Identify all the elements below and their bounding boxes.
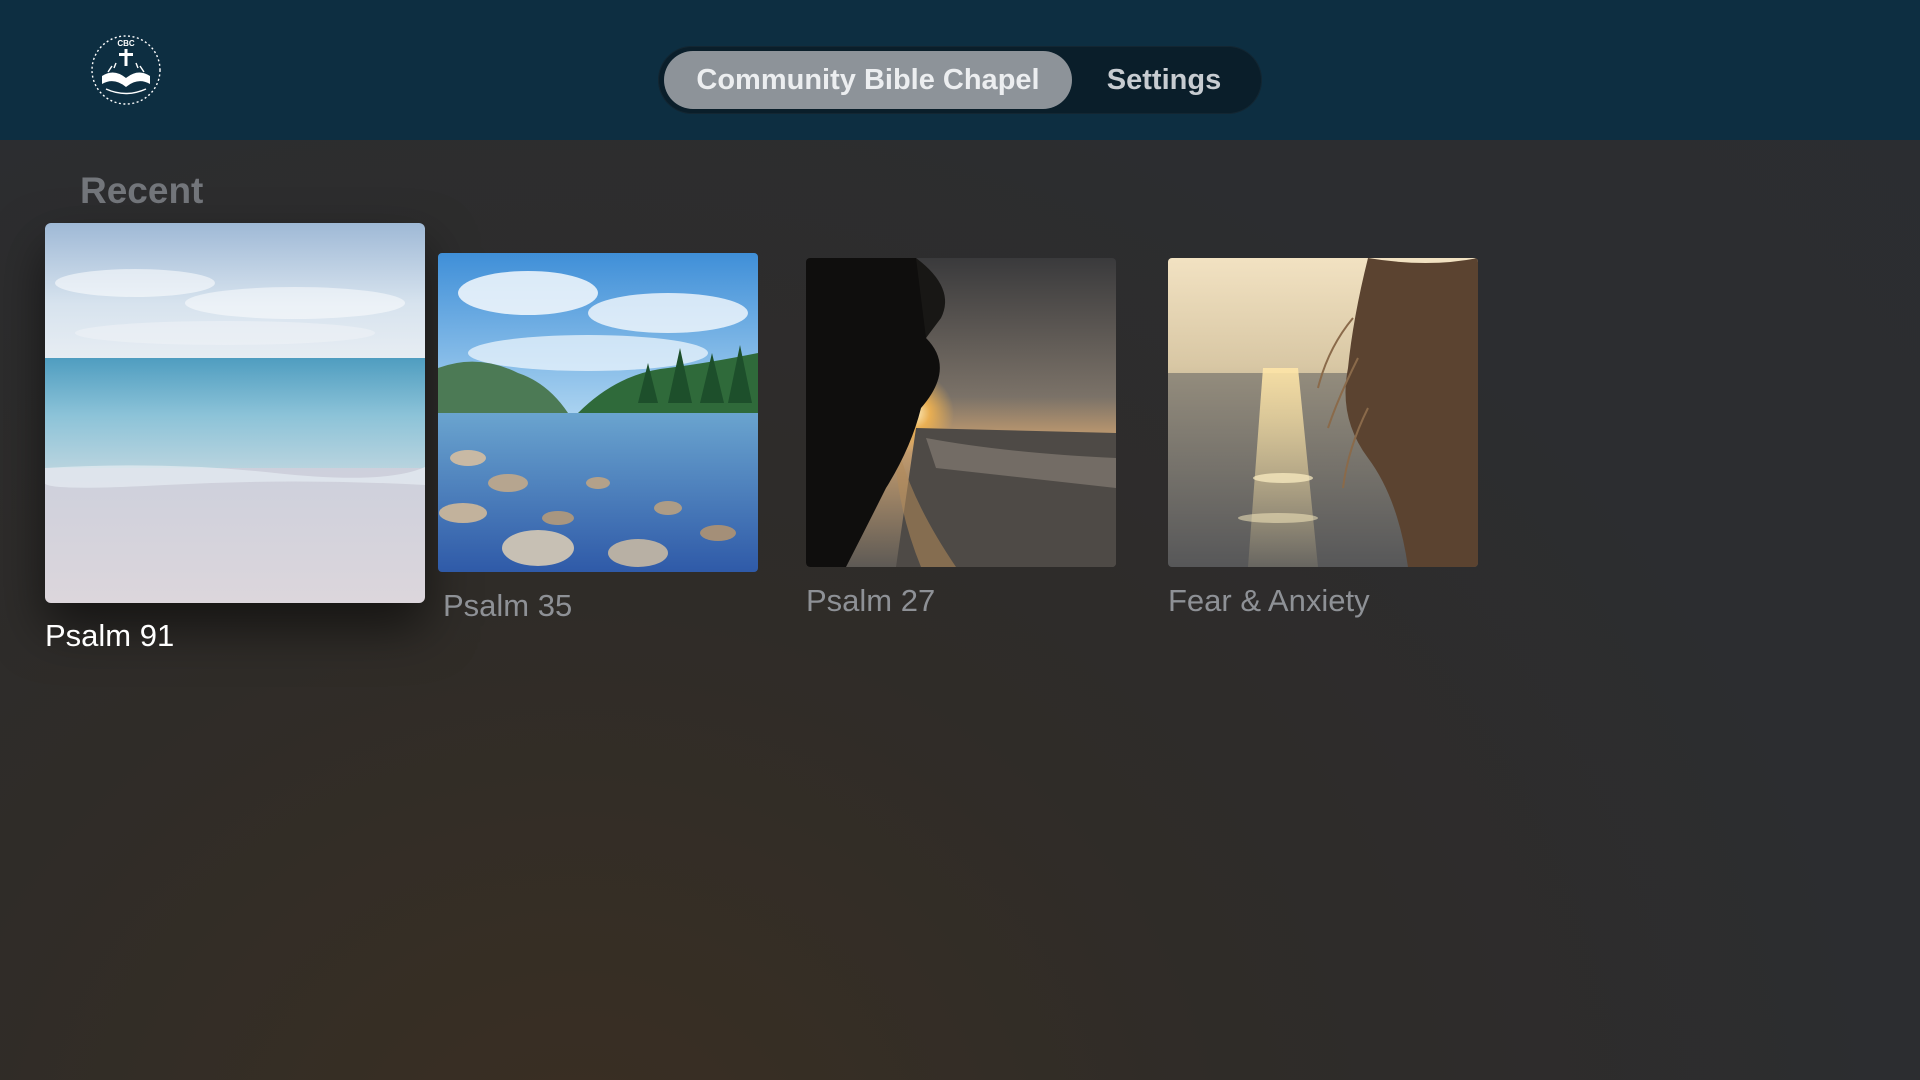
card-title: Psalm 35 — [443, 588, 573, 623]
card-psalm-91[interactable]: Psalm 91 — [45, 223, 425, 663]
tab-settings[interactable]: Settings — [1072, 51, 1256, 109]
card-image-mountain-lake — [438, 253, 758, 572]
card-psalm-27[interactable]: Psalm 27 — [806, 258, 1116, 628]
card-title: Psalm 27 — [806, 583, 936, 618]
tab-community-bible-chapel[interactable]: Community Bible Chapel — [664, 51, 1072, 109]
logo-text: CBC — [117, 39, 135, 48]
card-title: Fear & Anxiety — [1168, 583, 1370, 618]
card-image-calm-beach — [45, 223, 425, 603]
card-image-sunset-shore — [806, 258, 1116, 567]
top-bar: CBC Community Bible Chapel Settings — [0, 0, 1920, 140]
section-title-recent: Recent — [80, 170, 204, 211]
card-image-sunlit-water — [1168, 258, 1478, 567]
cbc-logo: CBC — [88, 32, 164, 108]
card-psalm-35[interactable]: Psalm 35 — [438, 253, 758, 633]
card-fear-anxiety[interactable]: Fear & Anxiety — [1168, 258, 1478, 628]
card-title: Psalm 91 — [45, 618, 175, 653]
tab-bar: Community Bible Chapel Settings — [658, 46, 1262, 114]
